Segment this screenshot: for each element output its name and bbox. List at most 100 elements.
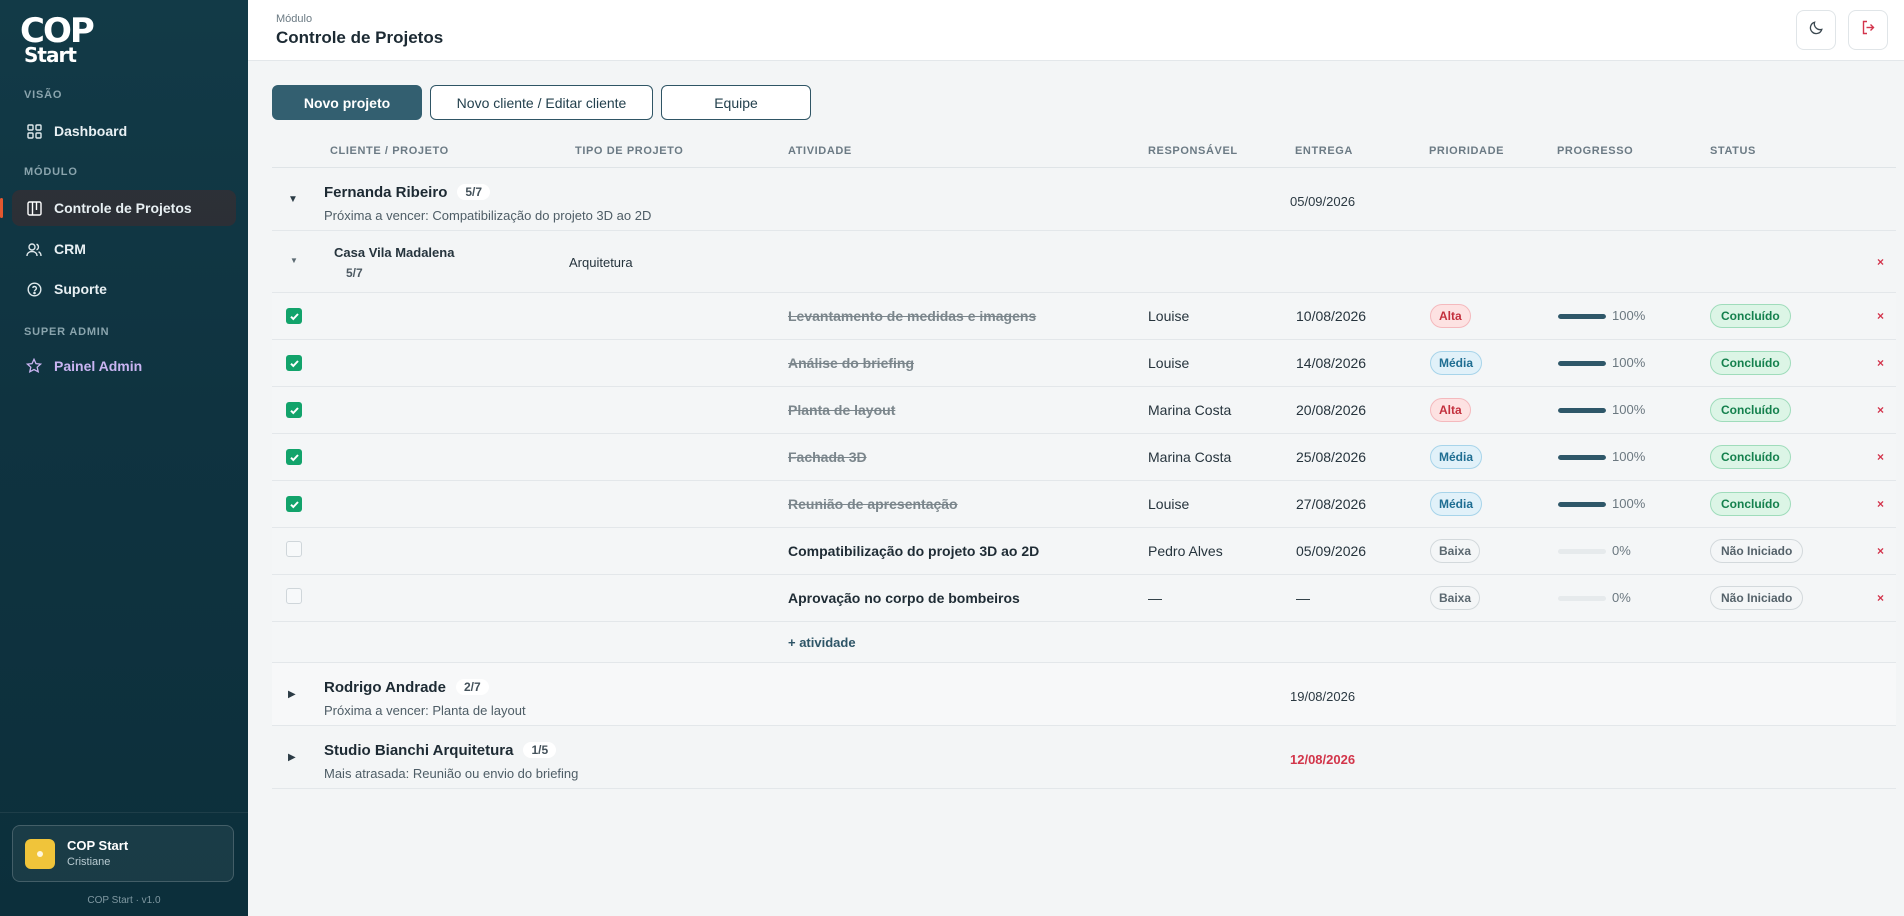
status-badge[interactable]: Concluído: [1710, 492, 1791, 516]
status-badge[interactable]: Concluído: [1710, 398, 1791, 422]
activity-name[interactable]: Análise do briefing: [788, 355, 914, 371]
progress-bar: [1558, 596, 1606, 601]
delete-activity-button[interactable]: ×: [1877, 356, 1884, 370]
client-next-due: Próxima a vencer: Compatibilização do pr…: [324, 208, 652, 223]
client-name: Rodrigo Andrade 2/7: [324, 679, 489, 696]
team-button[interactable]: Equipe: [661, 85, 811, 120]
sidebar-item-label: Dashboard: [54, 123, 128, 139]
client-group-row[interactable]: ▶ Studio Bianchi Arquitetura 1/5 Mais atr…: [272, 726, 1896, 789]
section-label-modulo: MÓDULO: [24, 166, 78, 178]
caret-down-icon[interactable]: ▼: [290, 256, 298, 265]
app-version: COP Start · v1.0: [87, 895, 161, 906]
sidebar-item-suporte[interactable]: Suporte: [12, 271, 236, 307]
activity-delivery-date: 27/08/2026: [1296, 496, 1367, 512]
activity-row[interactable]: Análise do briefing Louise 14/08/2026 Média…: [272, 340, 1896, 387]
col-status: STATUS: [1710, 145, 1756, 157]
logout-button[interactable]: [1848, 10, 1888, 50]
project-type: Arquitetura: [569, 255, 633, 270]
delete-activity-button[interactable]: ×: [1877, 403, 1884, 417]
status-badge[interactable]: Não Iniciado: [1710, 586, 1804, 610]
table-header: CLIENTE / PROJETO TIPO DE PROJETO ATIVID…: [272, 136, 1896, 168]
sidebar-item-crm[interactable]: CRM: [12, 231, 236, 267]
section-label-super-admin: SUPER ADMIN: [24, 326, 110, 338]
activity-responsible: Pedro Alves: [1148, 543, 1223, 559]
priority-badge[interactable]: Alta: [1430, 398, 1471, 422]
check-icon: [289, 500, 299, 508]
activity-name[interactable]: Levantamento de medidas e imagens: [788, 308, 1036, 324]
activity-row[interactable]: Reunião de apresentação Louise 27/08/2026 M…: [272, 481, 1896, 528]
priority-badge[interactable]: Baixa: [1430, 586, 1481, 610]
new-project-button[interactable]: Novo projeto: [272, 85, 422, 120]
activity-row[interactable]: Planta de layout Marina Costa 20/08/2026 Al…: [272, 387, 1896, 434]
progress-bar: [1558, 549, 1606, 554]
theme-toggle-button[interactable]: [1796, 10, 1836, 50]
project-row[interactable]: ▼ Casa Vila Madalena 5/7 Arquitetura ×: [272, 231, 1896, 293]
caret-right-icon[interactable]: ▶: [288, 752, 296, 763]
status-badge[interactable]: Concluído: [1710, 351, 1791, 375]
project-name: Casa Vila Madalena: [334, 245, 455, 260]
progress-bar: [1558, 361, 1606, 366]
sidebar-item-controle-projetos[interactable]: Controle de Projetos: [0, 190, 236, 226]
status-badge[interactable]: Concluído: [1710, 445, 1791, 469]
priority-badge[interactable]: Média: [1430, 492, 1483, 516]
moon-icon: [1809, 20, 1824, 40]
col-type: TIPO DE PROJETO: [575, 145, 684, 157]
activity-name[interactable]: Reunião de apresentação: [788, 496, 958, 512]
caret-right-icon[interactable]: ▶: [288, 689, 296, 700]
client-name: Fernanda Ribeiro 5/7: [324, 184, 491, 201]
delete-activity-button[interactable]: ×: [1877, 591, 1884, 605]
activity-checkbox[interactable]: [286, 355, 302, 371]
add-activity-button[interactable]: + atividade: [788, 635, 856, 650]
client-button[interactable]: Novo cliente / Editar cliente: [430, 85, 653, 120]
progress-label: 100%: [1612, 308, 1646, 323]
sidebar-item-dashboard[interactable]: Dashboard: [12, 113, 236, 149]
client-next-due: Próxima a vencer: Planta de layout: [324, 703, 526, 718]
add-activity-row: + atividade: [272, 622, 1896, 663]
activity-checkbox[interactable]: [286, 496, 302, 512]
projects-table: CLIENTE / PROJETO TIPO DE PROJETO ATIVID…: [272, 136, 1896, 789]
activity-name[interactable]: Aprovação no corpo de bombeiros: [788, 590, 1020, 606]
delete-activity-button[interactable]: ×: [1877, 309, 1884, 323]
priority-badge[interactable]: Média: [1430, 351, 1483, 375]
sidebar-item-label: CRM: [54, 241, 86, 257]
status-badge[interactable]: Concluído: [1710, 304, 1791, 328]
priority-badge[interactable]: Média: [1430, 445, 1483, 469]
delete-activity-button[interactable]: ×: [1877, 544, 1884, 558]
sidebar: COP Start VISÃO Dashboard MÓDULO Control…: [0, 0, 248, 916]
priority-badge[interactable]: Baixa: [1430, 539, 1481, 563]
col-priority: PRIORIDADE: [1429, 145, 1505, 157]
activity-checkbox[interactable]: [286, 449, 302, 465]
activity-row[interactable]: Aprovação no corpo de bombeiros — — Baixa 0%…: [272, 575, 1896, 622]
status-badge[interactable]: Não Iniciado: [1710, 539, 1804, 563]
activity-delivery-date: 14/08/2026: [1296, 355, 1367, 371]
activity-delivery-date: 25/08/2026: [1296, 449, 1367, 465]
activity-row[interactable]: Fachada 3D Marina Costa 25/08/2026 Média 100…: [272, 434, 1896, 481]
activity-checkbox[interactable]: [286, 402, 302, 418]
activity-checkbox[interactable]: [286, 588, 302, 604]
activity-name[interactable]: Compatibilização do projeto 3D ao 2D: [788, 543, 1039, 559]
activity-name[interactable]: Fachada 3D: [788, 449, 867, 465]
activity-row[interactable]: Levantamento de medidas e imagens Louise 1…: [272, 293, 1896, 340]
sidebar-item-painel-admin[interactable]: Painel Admin: [12, 348, 236, 384]
progress-label: 100%: [1612, 355, 1646, 370]
priority-badge[interactable]: Alta: [1430, 304, 1471, 328]
delete-activity-button[interactable]: ×: [1877, 450, 1884, 464]
caret-down-icon[interactable]: ▼: [288, 194, 298, 205]
activity-row[interactable]: Compatibilização do projeto 3D ao 2D Pedr…: [272, 528, 1896, 575]
activity-checkbox[interactable]: [286, 308, 302, 324]
col-client: CLIENTE / PROJETO: [330, 145, 449, 157]
project-count: 5/7: [346, 266, 363, 280]
app-logo[interactable]: COP Start: [20, 14, 100, 65]
user-card[interactable]: COP Start Cristiane: [12, 825, 234, 882]
delete-activity-button[interactable]: ×: [1877, 497, 1884, 511]
sidebar-item-label: Controle de Projetos: [54, 200, 192, 216]
progress-bar: [1558, 314, 1606, 319]
section-label-visao: VISÃO: [24, 89, 63, 101]
client-group-row[interactable]: ▼ Fernanda Ribeiro 5/7 Próxima a vencer: …: [272, 168, 1896, 231]
progress-bar: [1558, 502, 1606, 507]
activity-checkbox[interactable]: [286, 541, 302, 557]
delete-project-button[interactable]: ×: [1877, 255, 1884, 269]
activity-name[interactable]: Planta de layout: [788, 402, 895, 418]
client-group-row[interactable]: ▶ Rodrigo Andrade 2/7 Próxima a vencer: P…: [272, 663, 1896, 726]
avatar: [25, 839, 55, 869]
